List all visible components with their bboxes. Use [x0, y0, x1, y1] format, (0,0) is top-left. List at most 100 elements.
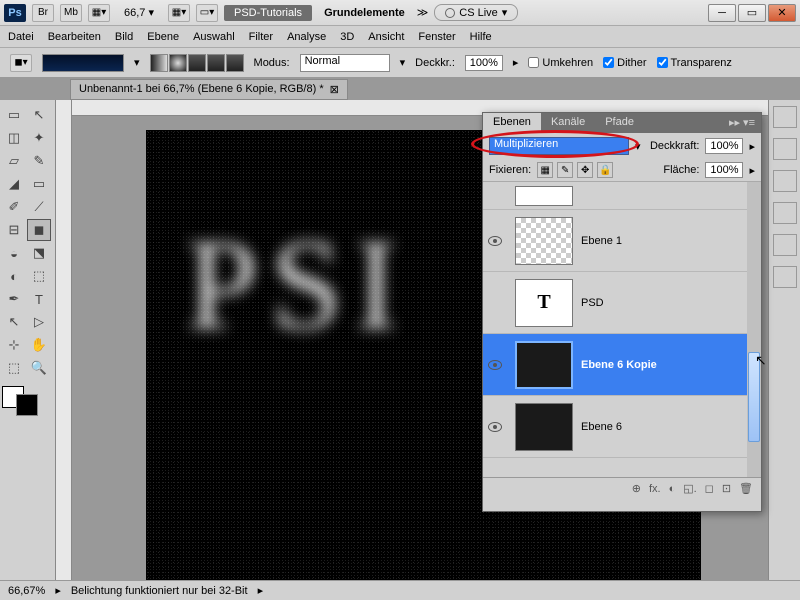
screen-mode-icon[interactable]: ▭▾	[196, 4, 218, 22]
linear-gradient-icon[interactable]	[150, 54, 168, 72]
zoom-display[interactable]: 66,7 ▾	[116, 6, 162, 19]
tab-pfade[interactable]: Pfade	[595, 113, 644, 133]
tool-eyedropper[interactable]: ✎	[27, 150, 51, 172]
layer-row-selected[interactable]: Ebene 6 Kopie	[483, 334, 761, 396]
gradient-preview[interactable]	[42, 54, 124, 72]
tool-preset-icon[interactable]: ◼▾	[10, 54, 32, 72]
background-swatch[interactable]	[16, 394, 38, 416]
tool-move[interactable]: ↖	[27, 104, 51, 126]
radial-gradient-icon[interactable]	[169, 54, 187, 72]
tool-stamp[interactable]: ✐	[2, 196, 26, 218]
layers-scrollbar[interactable]	[747, 182, 761, 477]
tool-gradient[interactable]: ◼	[27, 219, 51, 241]
angle-gradient-icon[interactable]	[188, 54, 206, 72]
diamond-gradient-icon[interactable]	[226, 54, 244, 72]
layer-name[interactable]: Ebene 6 Kopie	[581, 359, 657, 371]
panel-icon[interactable]	[773, 266, 797, 288]
menu-filter[interactable]: Filter	[249, 31, 273, 43]
menu-3d[interactable]: 3D	[340, 31, 354, 43]
more-icon[interactable]: ≫	[417, 6, 429, 19]
blend-mode-select[interactable]: Multiplizieren	[489, 137, 629, 155]
visibility-icon[interactable]	[488, 236, 502, 246]
layer-opacity-input[interactable]: 100%	[705, 138, 743, 154]
tool-wand[interactable]: ✦	[27, 127, 51, 149]
tool-path[interactable]: ✒	[2, 288, 26, 310]
tool-brush[interactable]: ▭	[27, 173, 51, 195]
mode-select[interactable]: Normal	[300, 54, 390, 72]
panel-icon[interactable]	[773, 138, 797, 160]
menu-fenster[interactable]: Fenster	[418, 31, 455, 43]
adjustment-icon[interactable]: ◱.	[683, 482, 696, 495]
tool-marquee[interactable]: ▭	[2, 104, 26, 126]
lock-position-icon[interactable]: ✥	[577, 162, 593, 178]
cslive-button[interactable]: CS Live ▾	[434, 4, 518, 21]
tool-lasso[interactable]: ◫	[2, 127, 26, 149]
mask-icon[interactable]: ◐	[669, 483, 676, 495]
opacity-input[interactable]: 100%	[465, 55, 503, 71]
layer-row[interactable]	[483, 182, 761, 210]
ps-logo[interactable]: Ps	[4, 4, 26, 22]
zoom-status[interactable]: 66,67%	[8, 585, 45, 597]
view-mode-icon[interactable]: ▦▾	[168, 4, 190, 22]
ruler-vertical[interactable]	[56, 100, 72, 580]
panel-icon[interactable]	[773, 234, 797, 256]
layer-name[interactable]: Ebene 6	[581, 421, 622, 433]
tool-dodge[interactable]: ⬔	[27, 242, 51, 264]
workspace-badge[interactable]: PSD-Tutorials	[224, 5, 312, 21]
layer-thumbnail[interactable]: T	[515, 279, 573, 327]
minimize-button[interactable]: ─	[708, 4, 736, 22]
transparency-checkbox[interactable]: Transparenz	[657, 57, 732, 69]
close-button[interactable]: ✕	[768, 4, 796, 22]
new-layer-icon[interactable]: ⊡	[722, 482, 731, 495]
visibility-icon[interactable]	[488, 422, 502, 432]
menu-ebene[interactable]: Ebene	[147, 31, 179, 43]
layer-name[interactable]: Ebene 1	[581, 235, 622, 247]
menu-datei[interactable]: Datei	[8, 31, 34, 43]
link-icon[interactable]: ⊕	[632, 482, 641, 495]
tool-eraser[interactable]: ⊟	[2, 219, 26, 241]
lock-all-icon[interactable]: 🔒	[597, 162, 613, 178]
maximize-button[interactable]: ▭	[738, 4, 766, 22]
filmstrip-icon[interactable]: ▦▾	[88, 4, 110, 22]
trash-icon[interactable]: 🗑	[739, 482, 753, 495]
layer-row[interactable]: Ebene 1	[483, 210, 761, 272]
panel-icon[interactable]	[773, 170, 797, 192]
tool-zoom[interactable]: ✋	[27, 334, 51, 356]
close-tab-icon[interactable]: ⊠	[330, 83, 339, 96]
lock-paint-icon[interactable]: ✎	[557, 162, 573, 178]
panel-icon[interactable]	[773, 202, 797, 224]
tool-hand[interactable]: ⊹	[2, 334, 26, 356]
color-swatches[interactable]	[2, 386, 38, 416]
layer-thumbnail[interactable]	[515, 341, 573, 389]
tool-quick[interactable]: ⬚	[2, 357, 26, 379]
workspace-name[interactable]: Grundelemente	[318, 7, 411, 19]
menu-analyse[interactable]: Analyse	[287, 31, 326, 43]
lock-transparency-icon[interactable]: ▦	[537, 162, 553, 178]
tool-shape[interactable]: T	[27, 288, 51, 310]
layer-thumbnail[interactable]	[515, 217, 573, 265]
menu-hilfe[interactable]: Hilfe	[470, 31, 492, 43]
visibility-icon[interactable]	[488, 360, 502, 370]
reflected-gradient-icon[interactable]	[207, 54, 225, 72]
panel-icon[interactable]	[773, 106, 797, 128]
fx-icon[interactable]: fx.	[649, 483, 661, 495]
layer-thumbnail[interactable]	[515, 403, 573, 451]
menu-bild[interactable]: Bild	[115, 31, 133, 43]
tool-heal[interactable]: ◢	[2, 173, 26, 195]
tool-3dcam[interactable]: ▷	[27, 311, 51, 333]
layer-name[interactable]: PSD	[581, 297, 604, 309]
tool-pen[interactable]: ◐	[2, 265, 26, 287]
tool-3d[interactable]: ↖	[2, 311, 26, 333]
menu-bearbeiten[interactable]: Bearbeiten	[48, 31, 101, 43]
tab-kanaele[interactable]: Kanäle	[541, 113, 595, 133]
bridge-button[interactable]: Br	[32, 4, 54, 22]
menu-ansicht[interactable]: Ansicht	[368, 31, 404, 43]
panel-menu-icon[interactable]: ▸▸ ▾≡	[723, 113, 761, 133]
group-icon[interactable]: ◻	[705, 482, 714, 495]
minibridge-button[interactable]: Mb	[60, 4, 82, 22]
document-tab[interactable]: Unbenannt-1 bei 66,7% (Ebene 6 Kopie, RG…	[70, 79, 348, 100]
tool-blur[interactable]: ◒	[2, 242, 26, 264]
reverse-checkbox[interactable]: Umkehren	[528, 57, 593, 69]
tool-crop[interactable]: ▱	[2, 150, 26, 172]
layer-row[interactable]: Ebene 6	[483, 396, 761, 458]
